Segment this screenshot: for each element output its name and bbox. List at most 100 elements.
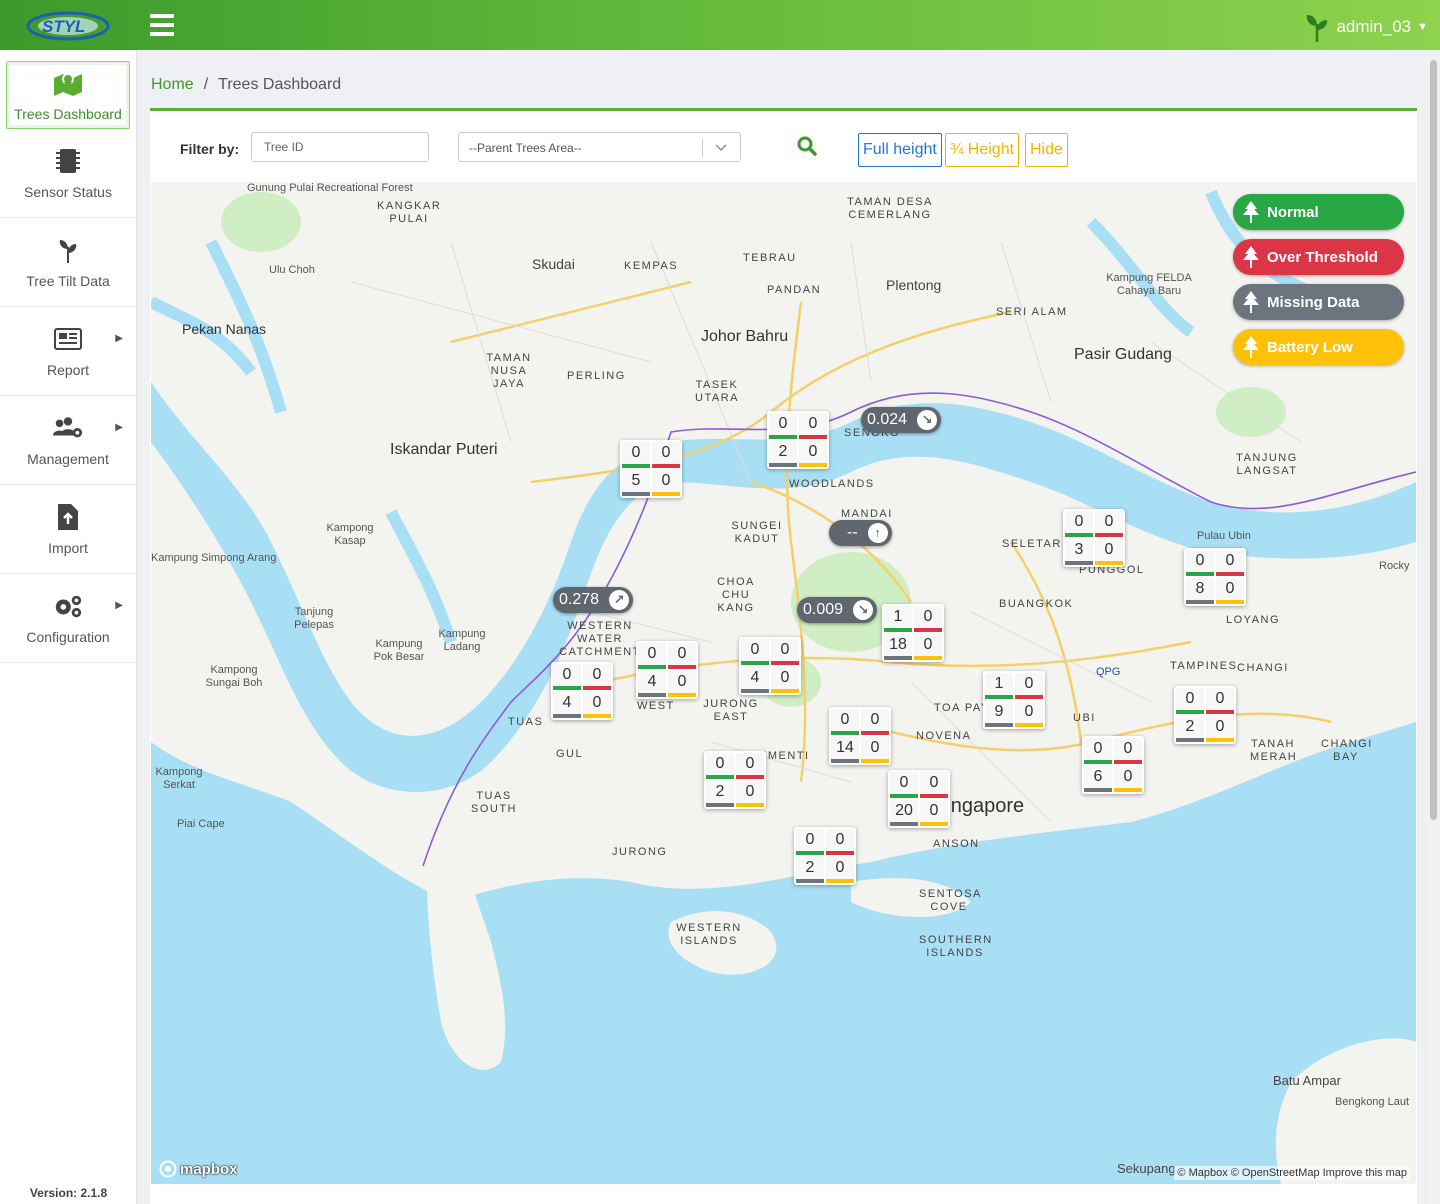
over-threshold-count: 0 [920, 772, 948, 798]
place-label: Kampung Pok Besar [373, 638, 425, 663]
mapbox-icon [159, 1160, 177, 1178]
battery-low-count: 0 [668, 671, 696, 697]
chevron-right-icon: ▶ [115, 600, 123, 611]
place-label: TANJUNG LANGSAT [1236, 452, 1298, 477]
tree-cluster-marker[interactable]: 0020 [1174, 686, 1236, 744]
hide-map-button[interactable]: Hide [1025, 133, 1068, 167]
missing-data-count: 6 [1084, 766, 1112, 792]
over-threshold-count: 0 [861, 709, 889, 735]
tree-cluster-marker[interactable]: 0020 [767, 411, 829, 469]
sidebar-item-sensor-status[interactable]: Sensor Status [0, 129, 136, 218]
battery-low-count: 0 [1095, 539, 1123, 565]
tree-cluster-marker[interactable]: 0080 [1184, 548, 1246, 606]
three-quarter-height-button[interactable]: ¾ Height [945, 133, 1020, 167]
parent-trees-area-select[interactable]: --Parent Trees Area-- [458, 132, 741, 162]
battery-low-count: 0 [826, 857, 854, 883]
missing-data-count: 14 [831, 737, 859, 763]
tree-cluster-marker[interactable]: 0020 [704, 751, 766, 809]
place-label: Bengkong Laut [1335, 1096, 1410, 1108]
place-label: Skudai [532, 256, 575, 272]
place-label: WEST [637, 700, 675, 712]
tree-map[interactable]: Gunung Pulai Recreational Forest KANGKAR… [151, 182, 1416, 1184]
tree-cluster-marker[interactable]: 0030 [1063, 509, 1125, 567]
place-label: Kampung FELDA Cahaya Baru [1106, 272, 1192, 297]
area-select-placeholder: --Parent Trees Area-- [469, 141, 582, 155]
tree-cluster-marker[interactable]: 0050 [620, 440, 682, 498]
place-label: CHOA CHU KANG [717, 576, 755, 614]
mapbox-logo[interactable]: mapbox [159, 1160, 238, 1178]
sidebar-item-trees-dashboard[interactable]: Trees Dashboard [6, 61, 130, 129]
tilt-reading-marker[interactable]: 0.024 ↘ [861, 407, 942, 433]
place-label: Kampong Serkat [155, 766, 203, 791]
tree-cluster-marker[interactable]: 0020 [794, 827, 856, 885]
sprout-icon [53, 235, 83, 265]
search-icon[interactable] [796, 135, 818, 157]
tree-cluster-marker[interactable]: 0040 [739, 637, 801, 695]
breadcrumb-home-link[interactable]: Home [151, 76, 194, 94]
tree-cluster-marker[interactable]: 1090 [983, 671, 1045, 729]
legend-over-threshold[interactable]: Over Threshold [1233, 239, 1404, 275]
over-threshold-count: 0 [914, 606, 942, 632]
battery-low-count: 0 [914, 634, 942, 660]
tree-cluster-marker[interactable]: 0 0 20 0 [888, 770, 950, 828]
over-threshold-count: 0 [771, 639, 799, 665]
caret-down-icon: ▼ [1417, 21, 1428, 33]
chevron-right-icon: ▶ [115, 333, 123, 344]
sidebar-item-label: Management [27, 451, 109, 467]
sidebar-item-tree-tilt-data[interactable]: Tree Tilt Data [0, 218, 136, 307]
sidebar-item-import[interactable]: Import [0, 485, 136, 574]
tilt-reading-marker[interactable]: 0.009 ↘ [797, 597, 878, 623]
sidebar-item-label: Report [46, 362, 90, 378]
sidebar-item-configuration[interactable]: Configuration ▶ [0, 574, 136, 663]
tilt-value: 0.009 [803, 601, 844, 618]
page-scrollbar[interactable] [1427, 50, 1440, 1204]
tilt-reading-marker[interactable]: 0.278 ↗ [553, 587, 634, 613]
styl-logo[interactable]: STYL [24, 6, 116, 46]
tilt-reading-marker[interactable]: -- ↑ [829, 520, 892, 546]
gears-icon [53, 591, 83, 621]
sidebar-item-management[interactable]: Management ▶ [0, 396, 136, 485]
battery-low-count: 0 [583, 692, 611, 718]
place-label: WESTERN ISLANDS [676, 922, 742, 947]
user-menu[interactable]: admin_03 ▼ [1304, 12, 1428, 42]
top-navbar: STYL admin_03 ▼ [0, 0, 1440, 50]
tree-icon [1243, 201, 1259, 223]
tree-id-input[interactable] [251, 132, 429, 162]
scrollbar-thumb[interactable] [1430, 60, 1437, 820]
place-label: Gunung Pulai Recreational Forest [247, 182, 413, 194]
place-label: TASEK UTARA [695, 379, 739, 404]
legend-battery-low[interactable]: Battery Low [1233, 329, 1404, 365]
breadcrumb-separator: / [203, 76, 209, 93]
sidebar-item-label: Configuration [26, 629, 110, 645]
over-threshold-count: 0 [1114, 738, 1142, 764]
tree-icon [1243, 246, 1259, 268]
tree-cluster-marker[interactable]: 1 0 18 0 [882, 604, 944, 662]
place-label: TEBRAU [743, 252, 797, 264]
place-label: Plentong [886, 277, 942, 293]
place-label: TANAH MERAH [1250, 738, 1298, 763]
over-threshold-count: 0 [1095, 511, 1123, 537]
place-label: SENTOSA COVE [919, 888, 982, 913]
menu-toggle-button[interactable] [150, 14, 174, 36]
legend-normal[interactable]: Normal [1233, 194, 1404, 230]
normal-count: 1 [884, 606, 912, 632]
app-version: Version: 2.1.8 [29, 1186, 108, 1200]
sidebar-item-report[interactable]: Report ▶ [0, 307, 136, 396]
tree-cluster-marker[interactable]: 0040 [551, 662, 613, 720]
tree-cluster-marker[interactable]: 0040 [636, 641, 698, 699]
tree-icon [1243, 336, 1259, 358]
missing-data-count: 18 [884, 634, 912, 660]
over-threshold-count: 0 [799, 413, 827, 439]
tree-cluster-marker[interactable]: 0060 [1082, 736, 1144, 794]
over-threshold-count: 0 [736, 753, 764, 779]
missing-data-count: 2 [1176, 716, 1204, 742]
normal-count: 0 [553, 664, 581, 690]
mapbox-logo-text: mapbox [180, 1160, 238, 1178]
legend-missing-data[interactable]: Missing Data [1233, 284, 1404, 320]
map-attribution[interactable]: © Mapbox © OpenStreetMap Improve this ma… [1174, 1166, 1410, 1180]
full-height-button[interactable]: Full height [858, 133, 942, 167]
arrow-up-icon: ↑ [867, 523, 888, 543]
place-label: UBI [1073, 712, 1096, 724]
arrow-up-right-icon: ↗ [609, 590, 630, 610]
tree-cluster-marker[interactable]: 0 0 14 0 [829, 707, 891, 765]
